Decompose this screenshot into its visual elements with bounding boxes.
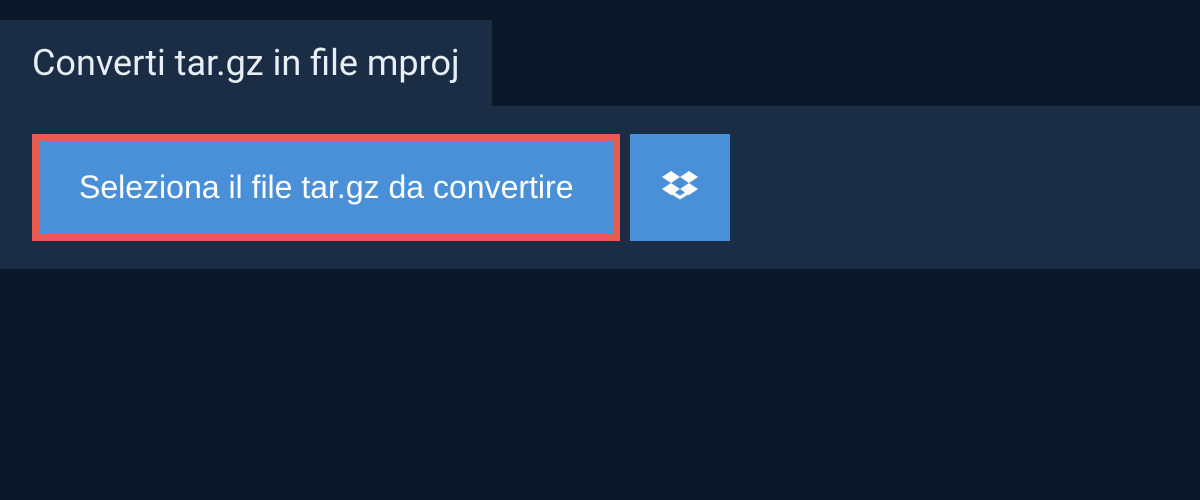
button-row: Seleziona il file tar.gz da convertire: [32, 134, 1168, 241]
page-title: Converti tar.gz in file mproj: [32, 42, 460, 84]
content-area: Seleziona il file tar.gz da convertire: [0, 106, 1200, 269]
dropbox-button[interactable]: [630, 134, 730, 241]
select-file-label: Seleziona il file tar.gz da convertire: [79, 169, 573, 206]
dropbox-icon: [662, 168, 698, 207]
header-tab: Converti tar.gz in file mproj: [0, 20, 492, 106]
select-file-button[interactable]: Seleziona il file tar.gz da convertire: [32, 134, 620, 241]
